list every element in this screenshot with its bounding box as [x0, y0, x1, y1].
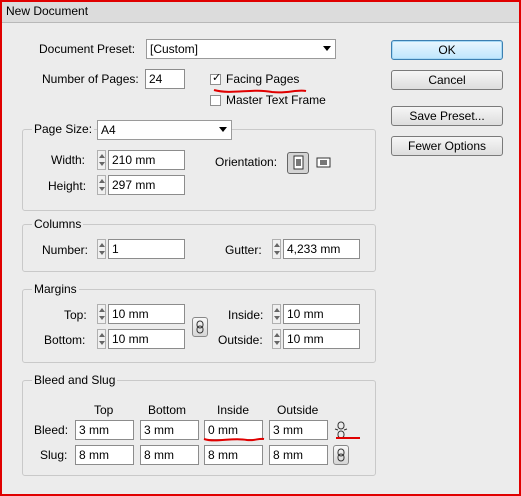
- master-text-frame-checkbox[interactable]: [210, 95, 221, 106]
- portrait-orientation-button[interactable]: [287, 152, 309, 174]
- master-text-frame-label: Master Text Frame: [226, 93, 326, 107]
- margin-top-field[interactable]: 10 mm: [108, 304, 185, 324]
- columns-title: Columns: [32, 217, 84, 231]
- bleed-bottom-field[interactable]: 3 mm: [140, 420, 199, 440]
- margin-top-stepper[interactable]: [97, 304, 106, 324]
- facing-pages-checkbox[interactable]: ✓: [210, 72, 222, 85]
- width-field[interactable]: 210 mm: [108, 150, 185, 170]
- page-size-label: Page Size:: [32, 122, 95, 136]
- height-label: Height:: [48, 179, 87, 193]
- margins-link-button[interactable]: [192, 317, 208, 337]
- columns-number-stepper[interactable]: [97, 239, 106, 259]
- document-preset-value: [Custom]: [150, 42, 199, 56]
- ok-button[interactable]: OK: [391, 40, 503, 60]
- margin-top-label: Top:: [64, 308, 87, 322]
- bleed-label: Bleed:: [34, 423, 69, 437]
- slug-link-button[interactable]: [333, 445, 349, 465]
- number-of-pages-label: Number of Pages:: [42, 72, 139, 86]
- margin-inside-stepper[interactable]: [272, 304, 281, 324]
- slug-bottom-field[interactable]: 8 mm: [140, 445, 199, 465]
- margin-bottom-stepper[interactable]: [97, 329, 106, 349]
- chevron-down-icon: [323, 46, 331, 51]
- red-underline-annotation: [336, 437, 360, 439]
- width-label: Width:: [51, 153, 86, 167]
- slug-top-field[interactable]: 8 mm: [75, 445, 134, 465]
- slug-outside-field[interactable]: 8 mm: [269, 445, 328, 465]
- slug-inside-field[interactable]: 8 mm: [204, 445, 263, 465]
- landscape-orientation-button[interactable]: [313, 152, 335, 174]
- margin-outside-label: Outside:: [218, 333, 263, 347]
- save-preset-button[interactable]: Save Preset...: [391, 106, 503, 126]
- bleed-col-outside: Outside: [277, 403, 319, 417]
- title-bar: New Document: [2, 2, 519, 23]
- facing-pages-label: Facing Pages: [226, 72, 300, 86]
- bleed-col-top: Top: [94, 403, 114, 417]
- portrait-icon: [293, 155, 304, 170]
- height-field[interactable]: 297 mm: [108, 175, 185, 195]
- fewer-options-button[interactable]: Fewer Options: [391, 136, 503, 156]
- width-stepper[interactable]: [97, 150, 106, 170]
- margin-outside-field[interactable]: 10 mm: [283, 329, 360, 349]
- margin-outside-stepper[interactable]: [272, 329, 281, 349]
- chain-link-icon: [337, 448, 345, 462]
- gutter-stepper[interactable]: [272, 239, 281, 259]
- red-underline-annotation: [203, 437, 265, 442]
- margins-title: Margins: [32, 282, 79, 296]
- number-of-pages-field[interactable]: 24: [145, 69, 185, 89]
- chain-link-icon: [196, 320, 204, 334]
- landscape-icon: [316, 157, 331, 168]
- columns-number-field[interactable]: 1: [108, 239, 185, 259]
- bleed-col-inside: Inside: [217, 403, 250, 417]
- bleed-slug-title: Bleed and Slug: [32, 373, 118, 387]
- chevron-down-icon: [219, 127, 227, 132]
- document-preset-select[interactable]: [Custom]: [146, 39, 336, 59]
- new-document-dialog: New Document Document Preset: [Custom] N…: [0, 0, 521, 496]
- bleed-outside-field[interactable]: 3 mm: [269, 420, 328, 440]
- slug-label: Slug:: [40, 448, 68, 462]
- document-preset-label-text: Document Preset:: [39, 42, 136, 56]
- page-size-select[interactable]: A4: [97, 120, 232, 140]
- gutter-field[interactable]: 4,233 mm: [283, 239, 360, 259]
- margin-inside-field[interactable]: 10 mm: [283, 304, 360, 324]
- window-title: New Document: [6, 4, 89, 18]
- cancel-button[interactable]: Cancel: [391, 70, 503, 90]
- height-stepper[interactable]: [97, 175, 106, 195]
- margin-inside-label: Inside:: [228, 308, 264, 322]
- margin-bottom-label: Bottom:: [44, 333, 86, 347]
- orientation-label: Orientation:: [215, 155, 278, 169]
- columns-number-label: Number:: [42, 243, 89, 257]
- gutter-label: Gutter:: [225, 243, 262, 257]
- bleed-top-field[interactable]: 3 mm: [75, 420, 134, 440]
- bleed-col-bottom: Bottom: [148, 403, 187, 417]
- document-preset-label: Document Preset:: [39, 42, 135, 56]
- page-size-value: A4: [101, 123, 116, 137]
- checkmark-icon: ✓: [212, 72, 222, 84]
- margin-bottom-field[interactable]: 10 mm: [108, 329, 185, 349]
